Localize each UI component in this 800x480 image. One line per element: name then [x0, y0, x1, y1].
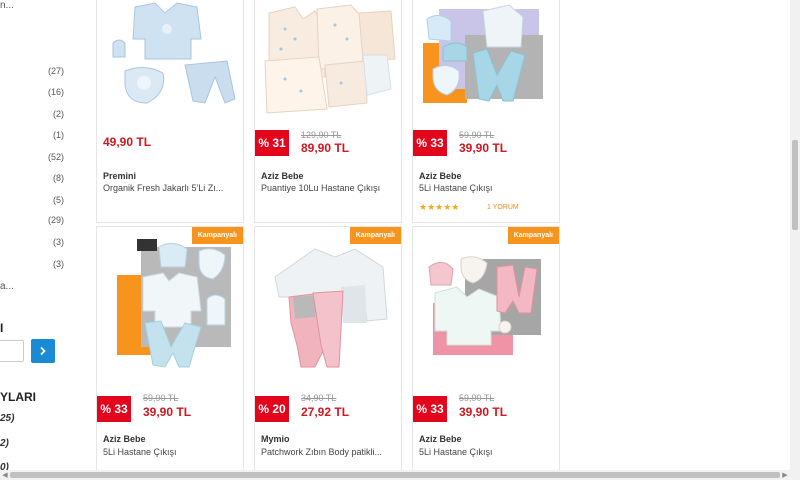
product-card[interactable]: Kampanyalı % 33 59,90 TL 39,90 TL Aziz B… [96, 226, 244, 476]
product-image[interactable] [255, 0, 401, 124]
campaign-badge: Kampanyalı [349, 227, 401, 244]
filter-sidebar: n... (27) (16) (2) (1) (52) (8) (5) (29)… [0, 0, 90, 480]
filter-count[interactable]: (27) [48, 66, 64, 76]
product-price: 39,90 TL [459, 405, 508, 419]
filter-count[interactable]: (5) [53, 195, 64, 205]
product-brand[interactable]: Aziz Bebe [261, 171, 304, 181]
product-card[interactable]: Kampanyalı % 33 59,90 TL 39,90 TL Aziz B… [412, 226, 560, 476]
product-name[interactable]: 5Li Hastane Çıkışı [419, 447, 553, 457]
discount-badge: % 31 [255, 130, 289, 156]
filter-count[interactable]: (52) [48, 152, 64, 162]
product-card[interactable]: Kampanyalı % 20 34,90 TL 27,92 TL Mymio … [254, 226, 402, 476]
product-price: 49,90 TL [103, 135, 152, 149]
price-filter-go-button[interactable] [31, 339, 55, 363]
filter-count[interactable]: (1) [53, 130, 64, 140]
product-name[interactable]: 5Li Hastane Çıkışı [103, 447, 237, 457]
filter-count[interactable]: (3) [53, 259, 64, 269]
product-price: 39,90 TL [459, 141, 508, 155]
product-name[interactable]: 5Li Hastane Çıkışı [419, 183, 553, 193]
ratings-filter-heading: YLARI [0, 390, 36, 404]
old-price: 34,90 TL [301, 393, 337, 403]
scroll-left-arrow-icon[interactable]: ◀ [0, 470, 10, 480]
filter-count[interactable]: (8) [53, 173, 64, 183]
vertical-scrollbar-thumb[interactable] [792, 140, 798, 230]
star-rating: ★★★★★ [419, 202, 460, 212]
product-card[interactable]: % 33 59,90 TL 39,90 TL Aziz Bebe 5Li Has… [412, 0, 560, 223]
discount-badge: % 33 [97, 396, 131, 422]
horizontal-scrollbar[interactable]: ◀ ▶ [0, 470, 800, 480]
product-name[interactable]: Patchwork Zıbın Body patikli... [261, 447, 395, 457]
product-card[interactable]: % 31 129,90 TL 89,90 TL Aziz Bebe Puanti… [254, 0, 402, 223]
chevron-right-icon [40, 346, 46, 356]
filter-count[interactable]: (16) [48, 87, 64, 97]
show-more-link[interactable]: a... [0, 281, 14, 292]
product-card[interactable]: 49,90 TL Premini Organik Fresh Jakarlı 5… [96, 0, 244, 223]
horizontal-scrollbar-thumb[interactable] [10, 472, 780, 478]
product-price: 27,92 TL [301, 405, 350, 419]
vertical-scrollbar[interactable] [790, 0, 800, 470]
product-name[interactable]: Organik Fresh Jakarlı 5'Li Zı... [103, 183, 237, 193]
filter-count[interactable]: (2) [53, 109, 64, 119]
product-price: 89,90 TL [301, 141, 350, 155]
price-filter-heading: I [0, 321, 4, 335]
product-brand[interactable]: Aziz Bebe [419, 171, 462, 181]
product-name[interactable]: Puantiye 10Lu Hastane Çıkışı [261, 183, 395, 193]
product-brand[interactable]: Aziz Bebe [419, 434, 462, 444]
campaign-badge: Kampanyalı [507, 227, 559, 244]
old-price: 59,90 TL [459, 393, 495, 403]
product-brand[interactable]: Aziz Bebe [103, 434, 146, 444]
filter-count[interactable]: (3) [53, 237, 64, 247]
filter-count[interactable]: (29) [48, 215, 64, 225]
product-image[interactable] [97, 227, 243, 385]
product-image[interactable] [413, 0, 559, 124]
old-price: 129,90 TL [301, 130, 342, 140]
discount-badge: % 33 [413, 396, 447, 422]
product-brand[interactable]: Mymio [261, 434, 290, 444]
discount-badge: % 33 [413, 130, 447, 156]
campaign-badge: Kampanyalı [191, 227, 243, 244]
product-image[interactable] [413, 227, 559, 385]
product-brand[interactable]: Premini [103, 171, 136, 181]
product-image[interactable] [97, 0, 243, 124]
show-more-link[interactable]: n... [0, 0, 14, 11]
product-image[interactable] [255, 227, 401, 385]
rating-filter-count[interactable]: 2) [0, 438, 9, 449]
old-price: 59,90 TL [143, 393, 179, 403]
old-price: 59,90 TL [459, 130, 495, 140]
discount-badge: % 20 [255, 396, 289, 422]
product-price: 39,90 TL [143, 405, 192, 419]
price-max-input[interactable] [0, 340, 24, 362]
rating-filter-count[interactable]: 25) [0, 413, 14, 424]
scroll-right-arrow-icon[interactable]: ▶ [780, 470, 790, 480]
review-count-link[interactable]: 1 YORUM [487, 204, 519, 211]
